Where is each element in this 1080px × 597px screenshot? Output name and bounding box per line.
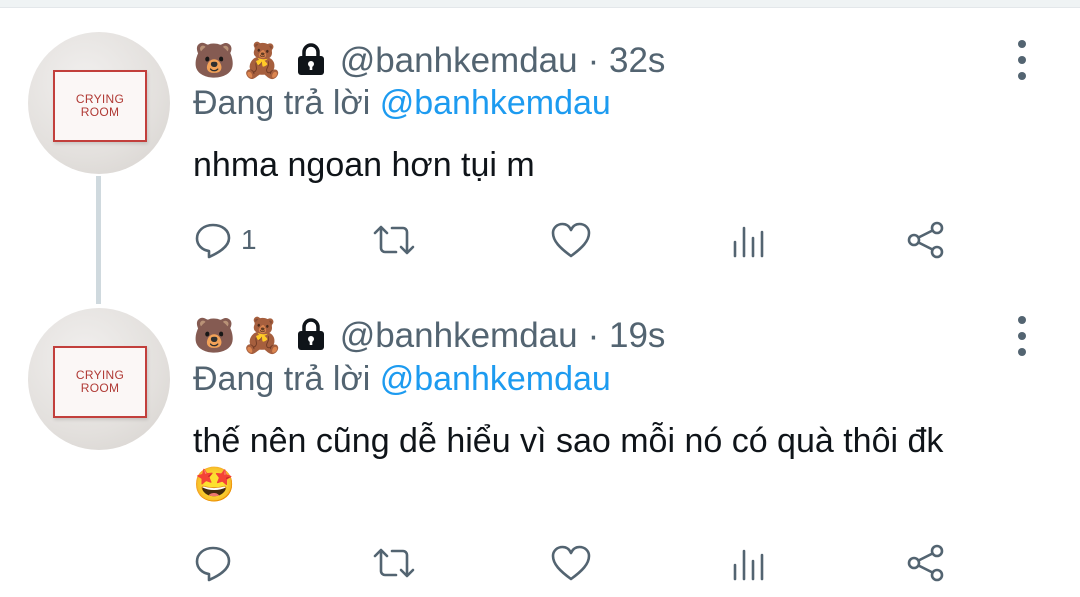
- retweet-button[interactable]: [371, 540, 417, 586]
- lock-icon: [296, 42, 326, 81]
- user-handle[interactable]: @banhkemdau: [340, 316, 578, 356]
- heart-icon: [551, 222, 591, 258]
- timestamp[interactable]: · 32s: [588, 41, 666, 81]
- share-icon: [907, 544, 944, 582]
- tweet-text: nhma ngoan hơn tụi m: [193, 146, 535, 184]
- bear-face-emoji: 🐻: [193, 316, 236, 356]
- replying-prefix: Đang trả lời: [193, 84, 371, 122]
- tweet-header: 🐻 🧸 @banhkemdau · 32s: [193, 36, 665, 86]
- more-vertical-icon: [1018, 40, 1026, 48]
- more-options-button[interactable]: [1010, 316, 1034, 356]
- avatar-sign: CRYING ROOM: [53, 70, 147, 142]
- tweet-header: 🐻 🧸 @banhkemdau · 19s: [193, 311, 665, 361]
- avatar[interactable]: CRYING ROOM: [28, 308, 170, 450]
- lock-icon: [296, 317, 326, 356]
- retweet-button[interactable]: [371, 217, 417, 263]
- avatar[interactable]: CRYING ROOM: [28, 32, 170, 174]
- share-icon: [907, 221, 944, 259]
- teddy-bear-emoji: 🧸: [241, 41, 284, 81]
- reply-button[interactable]: [193, 540, 241, 586]
- tweet-text: thế nên cũng dễ hiểu vì sao mỗi nó có qu…: [193, 422, 944, 460]
- teddy-bear-emoji: 🧸: [241, 316, 284, 356]
- timestamp[interactable]: · 19s: [588, 316, 666, 356]
- bear-face-emoji: 🐻: [193, 41, 236, 81]
- avatar-sign: CRYING ROOM: [53, 346, 147, 418]
- action-bar: 1: [193, 217, 953, 263]
- replying-mention-link[interactable]: @banhkemdau: [380, 84, 611, 122]
- like-button[interactable]: [550, 217, 592, 263]
- like-button[interactable]: [550, 540, 592, 586]
- views-button[interactable]: [729, 540, 769, 586]
- retweet-icon: [373, 548, 415, 578]
- reply-icon: [195, 546, 231, 582]
- more-options-button[interactable]: [1010, 40, 1034, 80]
- reply-count: 1: [241, 224, 257, 255]
- star-struck-emoji: 🤩: [193, 465, 236, 505]
- reply-icon: [195, 223, 231, 259]
- share-button[interactable]: [905, 540, 947, 586]
- analytics-icon: [733, 226, 764, 258]
- replying-to: Đang trả lời @banhkemdau: [193, 84, 611, 123]
- reply-button[interactable]: 1: [193, 217, 257, 263]
- share-button[interactable]: [905, 217, 947, 263]
- sign-line-2: ROOM: [80, 381, 120, 395]
- heart-icon: [551, 545, 591, 581]
- analytics-icon: [733, 549, 764, 581]
- replying-prefix: Đang trả lời: [193, 360, 371, 398]
- action-bar: [193, 540, 953, 586]
- replying-mention-link[interactable]: @banhkemdau: [380, 360, 611, 398]
- top-divider: [0, 0, 1080, 8]
- replying-to: Đang trả lời @banhkemdau: [193, 360, 611, 399]
- more-vertical-icon: [1018, 316, 1026, 324]
- sign-line-2: ROOM: [80, 105, 120, 119]
- thread-connector-line: [96, 176, 101, 304]
- user-handle[interactable]: @banhkemdau: [340, 41, 578, 81]
- retweet-icon: [373, 225, 415, 255]
- views-button[interactable]: [729, 217, 769, 263]
